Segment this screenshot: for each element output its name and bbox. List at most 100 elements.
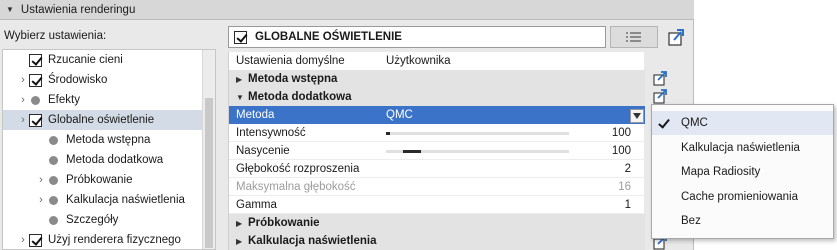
section-lighting-label: Kalkulacja naświetlenia xyxy=(248,235,377,247)
diffuse-depth-value[interactable]: 2 xyxy=(625,163,631,175)
chevron-down-icon xyxy=(633,113,641,119)
dropdown-option-label: Kalkulacja naświetlenia xyxy=(681,141,800,154)
export-icon xyxy=(668,29,684,46)
dropdown-option[interactable]: QMC xyxy=(652,111,833,135)
intensity-slider[interactable] xyxy=(386,132,569,135)
method-dropdown-button[interactable] xyxy=(630,109,644,123)
dropdown-option-label: Mapa Radiosity xyxy=(681,166,761,178)
dropdown-option[interactable]: Mapa Radiosity xyxy=(652,160,833,184)
tree-item-checkbox[interactable] xyxy=(29,233,42,247)
method-label: Metoda xyxy=(236,109,275,121)
global-illumination-checkbox[interactable] xyxy=(234,30,247,44)
tree-item-label: Użyj renderera fizycznego xyxy=(48,234,181,246)
list-settings-icon xyxy=(626,32,641,42)
bullet-dot-icon xyxy=(31,95,40,105)
method-row[interactable]: Metoda QMC xyxy=(229,106,645,124)
chevron-right-icon[interactable]: › xyxy=(35,174,47,186)
tree-item-label: Rzucanie cieni xyxy=(48,54,123,66)
gamma-row: Gamma 1 xyxy=(229,196,645,214)
tree-item-label: Metoda wstępna xyxy=(66,134,151,146)
tree-item-label: Efekty xyxy=(48,94,80,106)
global-illumination-bar: GLOBALNE OŚWIETLENIE xyxy=(228,26,606,48)
tree-item-checkbox[interactable] xyxy=(29,53,42,67)
intensity-row: Intensywność 100 xyxy=(229,124,645,142)
section-add-method[interactable]: ▼ Metoda dodatkowa xyxy=(229,88,645,106)
render-settings-panel: ▼ Ustawienia renderingu Wybierz ustawien… xyxy=(0,0,694,250)
section-sampling-label: Próbkowanie xyxy=(248,217,320,229)
tree-item-label: Środowisko xyxy=(48,74,108,86)
list-settings-button[interactable] xyxy=(610,26,658,48)
panel-title: Ustawienia renderingu xyxy=(20,3,136,16)
bullet-dot-icon xyxy=(49,215,58,225)
tree-item[interactable]: › Środowisko xyxy=(3,70,203,90)
saturation-label: Nasycenie xyxy=(236,145,290,157)
gamma-label: Gamma xyxy=(236,199,277,211)
choose-settings-label: Wybierz ustawienia: xyxy=(4,30,107,42)
chevron-right-icon[interactable]: › xyxy=(17,114,29,126)
chevron-right-icon: ▶ xyxy=(236,74,243,84)
method-value[interactable]: QMC xyxy=(386,109,413,121)
chevron-right-icon[interactable]: › xyxy=(17,234,29,246)
max-depth-row: Maksymalna głębokość 16 xyxy=(229,178,645,196)
tree-scrollbar-thumb[interactable] xyxy=(205,98,213,248)
tree-item[interactable]: › Użyj renderera fizycznego xyxy=(3,230,203,249)
bullet-dot-icon xyxy=(49,155,58,165)
max-depth-label: Maksymalna głębokość xyxy=(236,181,356,193)
chevron-down-icon: ▼ xyxy=(236,92,244,102)
tree-item-label: Szczegóły xyxy=(66,214,119,226)
settings-table: Ustawienia domyślne Użytkownika ▶ Metoda … xyxy=(228,52,645,250)
saturation-row: Nasycenie 100 xyxy=(229,142,645,160)
bullet-dot-icon xyxy=(49,135,58,145)
dropdown-option-label: QMC xyxy=(681,117,708,129)
dropdown-option-label: Bez xyxy=(681,215,701,227)
section-sampling[interactable]: ▶ Próbkowanie xyxy=(229,214,645,232)
section-lighting[interactable]: ▶ Kalkulacja naświetlenia xyxy=(229,232,645,250)
tree-item[interactable]: Szczegóły xyxy=(3,210,203,230)
tree-item[interactable]: Rzucanie cieni xyxy=(3,50,203,70)
max-depth-value: 16 xyxy=(618,181,631,193)
chevron-right-icon[interactable]: › xyxy=(17,94,29,106)
diffuse-depth-label: Głębokość rozproszenia xyxy=(236,163,360,175)
tree-item-label: Kalkulacja naświetlenia xyxy=(66,194,185,206)
tree-item[interactable]: › Globalne oświetlenie xyxy=(3,110,203,130)
tree-item[interactable]: › Kalkulacja naświetlenia xyxy=(3,190,203,210)
saturation-slider[interactable] xyxy=(386,150,569,153)
section-add-method-label: Metoda dodatkowa xyxy=(248,91,352,103)
tree-item-checkbox[interactable] xyxy=(29,113,42,127)
tree-item-label: Metoda dodatkowa xyxy=(66,154,164,166)
chevron-right-icon[interactable]: › xyxy=(17,74,29,86)
tree-item-label: Próbkowanie xyxy=(66,174,133,186)
defaults-value[interactable]: Użytkownika xyxy=(386,55,451,67)
section-export-icon[interactable] xyxy=(652,70,670,86)
panel-header[interactable]: ▼ Ustawienia renderingu xyxy=(0,0,694,20)
saturation-slider-fill xyxy=(403,150,422,153)
export-button[interactable] xyxy=(664,26,688,48)
section-pre-method-label: Metoda wstępna xyxy=(248,73,338,85)
dropdown-option[interactable]: Bez xyxy=(652,209,833,233)
dropdown-option-label: Cache promieniowania xyxy=(681,190,798,203)
chevron-right-icon: ▶ xyxy=(236,236,243,246)
saturation-value[interactable]: 100 xyxy=(612,145,631,157)
intensity-label: Intensywność xyxy=(236,127,306,139)
section-export-icon[interactable] xyxy=(652,88,670,104)
tree-scrollbar[interactable] xyxy=(202,50,215,249)
global-illumination-title: GLOBALNE OŚWIETLENIE xyxy=(255,31,402,43)
intensity-value[interactable]: 100 xyxy=(612,127,631,139)
tree-item[interactable]: Metoda wstępna xyxy=(3,130,203,150)
collapse-triangle-icon[interactable]: ▼ xyxy=(6,5,14,14)
checkmark-icon xyxy=(658,116,670,129)
tree-item-checkbox[interactable] xyxy=(29,73,42,87)
section-pre-method[interactable]: ▶ Metoda wstępna xyxy=(229,70,645,88)
bullet-dot-icon xyxy=(49,175,58,185)
dropdown-option[interactable]: Kalkulacja naświetlenia xyxy=(652,136,833,160)
gamma-value[interactable]: 1 xyxy=(625,199,631,211)
defaults-row[interactable]: Ustawienia domyślne Użytkownika xyxy=(229,52,645,70)
tree-item[interactable]: Metoda dodatkowa xyxy=(3,150,203,170)
dropdown-option[interactable]: Cache promieniowania xyxy=(652,185,833,209)
intensity-slider-fill xyxy=(386,132,390,135)
tree-item[interactable]: › Próbkowanie xyxy=(3,170,203,190)
method-dropdown-list: QMC Kalkulacja naświetlenia Mapa Radiosity… xyxy=(651,104,834,239)
tree-item[interactable]: › Efekty xyxy=(3,90,203,110)
bullet-dot-icon xyxy=(49,195,58,205)
chevron-right-icon[interactable]: › xyxy=(35,194,47,206)
